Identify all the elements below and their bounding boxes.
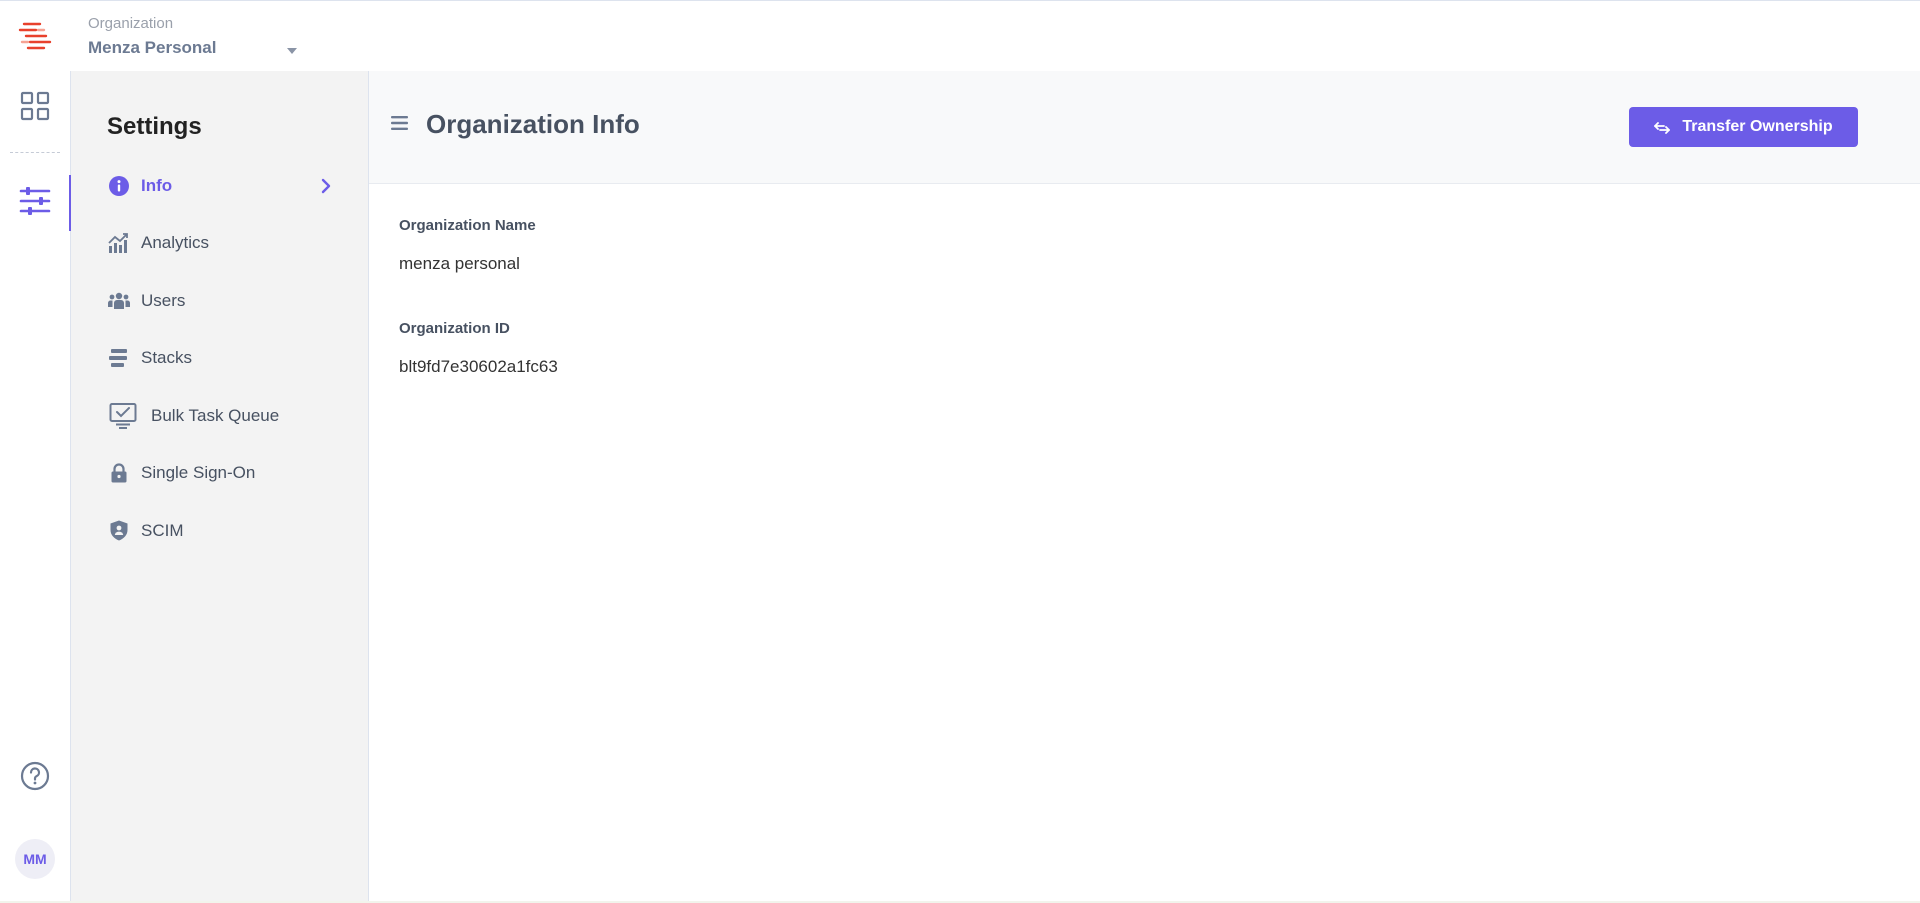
organization-label: Organization — [88, 15, 174, 32]
rail-divider — [10, 152, 60, 153]
sidebar-item-info[interactable]: Info — [71, 157, 368, 215]
sidebar-item-scim[interactable]: SCIM — [71, 502, 368, 560]
sidebar-item-bulk-task-queue[interactable]: Bulk Task Queue — [71, 387, 368, 445]
info-icon — [107, 174, 131, 198]
dashboard-grid-icon — [20, 91, 50, 126]
transfer-ownership-label: Transfer Ownership — [1682, 118, 1833, 135]
stacks-icon — [107, 346, 131, 370]
settings-sidebar: Settings Info Analytics Users Stacks Bul… — [71, 71, 369, 903]
sidebar-item-label: Analytics — [141, 233, 210, 253]
sidebar-item-label: SCIM — [141, 520, 184, 540]
settings-nav-button[interactable] — [0, 175, 71, 231]
sidebar-item-label: Single Sign-On — [141, 463, 256, 483]
user-avatar[interactable]: MM — [15, 839, 55, 879]
users-icon — [107, 289, 131, 313]
main-content: Organization Info Transfer Ownership Org… — [369, 71, 1920, 903]
logo-icon[interactable] — [18, 19, 52, 55]
field-label: Organization Name — [399, 217, 536, 234]
field-label: Organization ID — [399, 320, 510, 337]
organization-id-value: blt9fd7e30602a1fc63 — [399, 357, 558, 376]
top-header: Organization Menza Personal — [0, 0, 1920, 71]
organization-name: Menza Personal — [88, 38, 217, 57]
help-button[interactable] — [0, 754, 70, 802]
sidebar-item-label: Stacks — [141, 348, 193, 368]
sidebar-item-single-sign-on[interactable]: Single Sign-On — [71, 445, 368, 503]
page-title: Organization Info — [426, 109, 640, 139]
organization-name-field: Organization Name menza personal — [399, 217, 536, 274]
caret-down-icon[interactable] — [286, 43, 298, 54]
transfer-ownership-button[interactable]: Transfer Ownership — [1629, 107, 1858, 147]
settings-nav-list: Info Analytics Users Stacks Bulk Task Qu… — [71, 157, 368, 560]
sidebar-item-label: Info — [141, 175, 173, 195]
hamburger-menu-icon[interactable] — [391, 115, 409, 131]
analytics-icon — [107, 231, 131, 255]
page-header: Organization Info Transfer Ownership — [369, 71, 1920, 184]
settings-title: Settings — [107, 113, 202, 140]
dashboard-nav-button[interactable] — [0, 85, 70, 131]
sidebar-item-stacks[interactable]: Stacks — [71, 330, 368, 388]
chevron-right-icon — [319, 177, 333, 195]
organization-switcher[interactable]: Organization Menza Personal — [88, 15, 308, 61]
organization-name-value: menza personal — [399, 254, 520, 273]
organization-id-field: Organization ID blt9fd7e30602a1fc63 — [399, 320, 558, 377]
sidebar-item-analytics[interactable]: Analytics — [71, 215, 368, 273]
sidebar-item-users[interactable]: Users — [71, 272, 368, 330]
settings-sliders-icon — [19, 185, 51, 222]
lock-icon — [107, 461, 131, 485]
help-icon — [20, 761, 50, 796]
bulk-task-queue-icon — [107, 402, 139, 429]
icon-rail: MM — [0, 71, 71, 903]
sidebar-item-label: Users — [141, 290, 186, 310]
transfer-icon — [1654, 121, 1671, 134]
sidebar-item-label: Bulk Task Queue — [151, 405, 280, 425]
shield-icon — [107, 519, 131, 543]
app-root: Organization Menza Personal MM Settings … — [0, 0, 1920, 903]
